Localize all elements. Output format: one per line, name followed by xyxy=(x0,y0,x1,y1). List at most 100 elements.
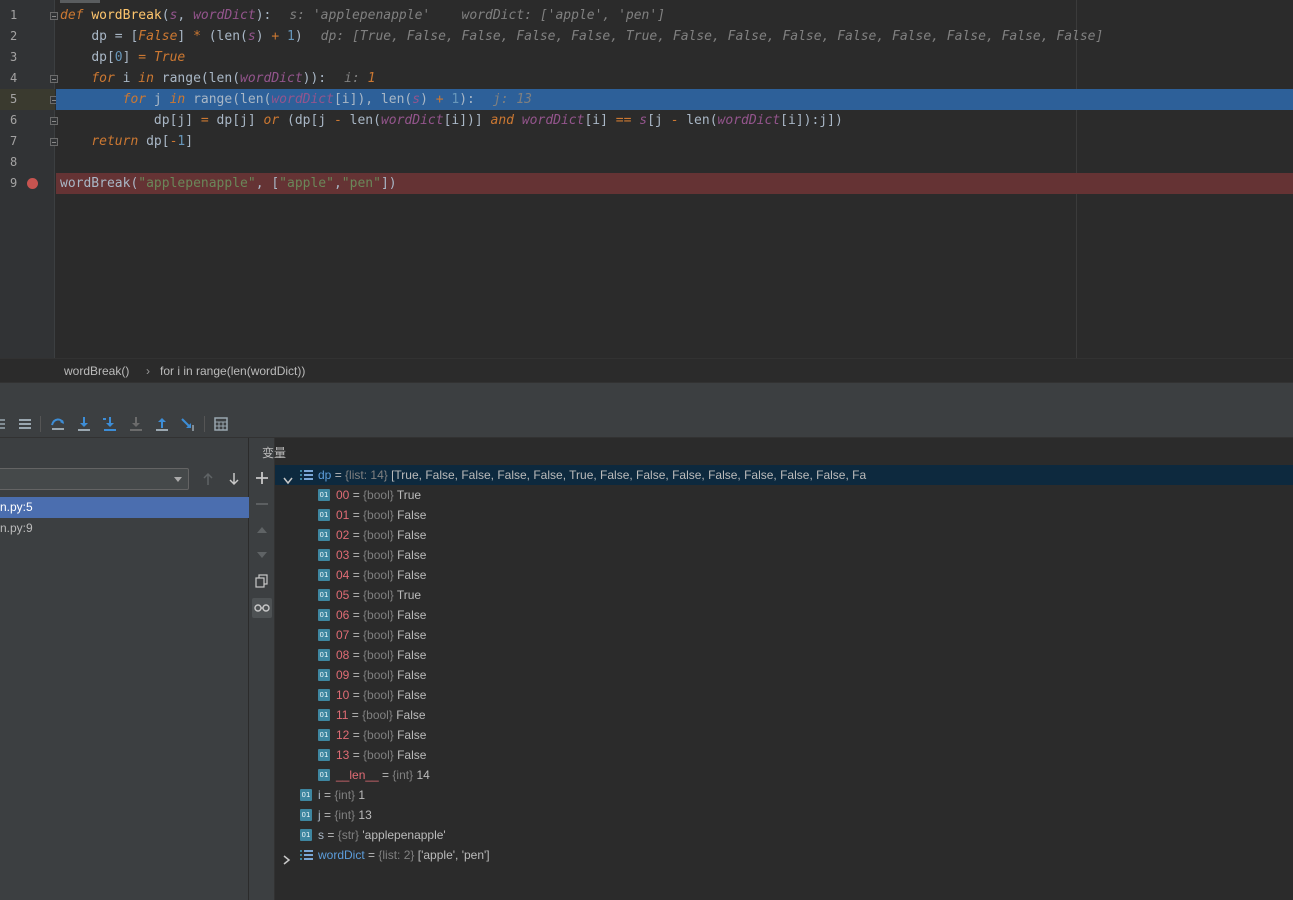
gutter-line-6[interactable]: 6 xyxy=(0,110,58,131)
dp-item-row[interactable]: 01 06 = {bool} False xyxy=(275,605,1293,625)
toolbar-separator xyxy=(40,416,41,432)
primitive-value-icon: 01 xyxy=(318,609,330,621)
operator: == xyxy=(615,113,632,128)
dp-item-row[interactable]: 01 04 = {bool} False xyxy=(275,565,1293,585)
dp-item-row[interactable]: 01 10 = {bool} False xyxy=(275,685,1293,705)
restore-layout-icon[interactable] xyxy=(0,414,10,434)
code-editor[interactable]: 1 2 3 4 5 6 7 8 9 def wordBreak(s, wordD… xyxy=(0,0,1293,382)
frame-item[interactable]: n.py:9 xyxy=(0,518,249,539)
variable-row-s[interactable]: 01 s = {str} 'applepenapple' xyxy=(275,825,1293,845)
frame-item[interactable]: n.py:5 xyxy=(0,497,249,518)
equals-sign: = xyxy=(348,708,363,722)
code-line-6[interactable]: dp[j] = dp[j] or (dp[j - len(wordDict[i]… xyxy=(56,110,1293,131)
gutter-line-7[interactable]: 7 xyxy=(0,131,58,152)
line-number: 5 xyxy=(10,92,18,106)
code-line-2[interactable]: dp = [False] * (len(s) + 1) dp: [True, Fa… xyxy=(56,26,1293,47)
gutter-line-2[interactable]: 2 xyxy=(0,26,55,47)
breadcrumb-loop[interactable]: for i in range(len(wordDict)) xyxy=(160,364,305,378)
dp-item-row[interactable]: 01 02 = {bool} False xyxy=(275,525,1293,545)
gutter-line-3[interactable]: 3 xyxy=(0,47,55,68)
code-text: [j xyxy=(647,113,671,128)
equals-sign: = xyxy=(349,748,364,762)
move-up-icon[interactable] xyxy=(252,520,272,540)
dp-item-row[interactable]: 01 13 = {bool} False xyxy=(275,745,1293,765)
remove-watch-icon[interactable] xyxy=(252,494,272,514)
step-over-icon[interactable] xyxy=(48,414,68,434)
code-line-4[interactable]: for i in range(len(wordDict)): i: 1 xyxy=(56,68,1293,89)
dp-item-row[interactable]: 01 12 = {bool} False xyxy=(275,725,1293,745)
code-line-3[interactable]: dp[0] = True xyxy=(56,47,1293,68)
chevron-down-icon[interactable] xyxy=(283,471,293,485)
variable-row-dp[interactable]: dp = {list: 14} [True, False, False, Fal… xyxy=(275,465,1293,485)
gutter-line-9[interactable]: 9 xyxy=(0,173,55,194)
dp-item-row[interactable]: 01 08 = {bool} False xyxy=(275,645,1293,665)
dp-item-row[interactable]: 01 01 = {bool} False xyxy=(275,505,1293,525)
inline-debug-value: s: 'applepenapple' wordDict: ['apple', '… xyxy=(289,8,666,23)
variable-value: False xyxy=(397,668,427,682)
code-area[interactable]: def wordBreak(s, wordDict): s: 'applepena… xyxy=(56,0,1293,358)
step-into-my-code-icon[interactable] xyxy=(100,414,120,434)
dp-item-row[interactable]: 01 00 = {bool} True xyxy=(275,485,1293,505)
code-text: i xyxy=(114,71,139,86)
variable-name: dp xyxy=(318,468,332,482)
variable-type: {bool} xyxy=(363,668,394,682)
chevron-right-icon[interactable] xyxy=(283,851,291,865)
variable-row-worddict[interactable]: wordDict = {list: 2} ['apple', 'pen'] xyxy=(275,845,1293,865)
thread-dropdown[interactable] xyxy=(0,468,189,490)
variable-value: False xyxy=(397,688,427,702)
gutter-line-1[interactable]: 1 xyxy=(0,5,58,26)
equals-sign: = xyxy=(320,788,335,802)
code-text: = [ xyxy=(106,29,139,44)
next-frame-arrow-icon[interactable] xyxy=(226,471,242,487)
code-line-7[interactable]: return dp[-1] xyxy=(56,131,1293,152)
number-literal: 1 xyxy=(287,29,295,44)
code-line-8[interactable] xyxy=(56,152,1293,173)
param: wordDict xyxy=(271,92,334,107)
inline-debug-value: j: 13 xyxy=(492,92,533,107)
breakpoint-icon[interactable] xyxy=(27,178,38,189)
code-text: [i]):j]) xyxy=(780,113,843,128)
line-number: 6 xyxy=(10,113,18,127)
evaluate-expression-icon[interactable] xyxy=(211,414,231,434)
dp-item-row[interactable]: 01 05 = {bool} True xyxy=(275,585,1293,605)
dp-item-row[interactable]: 01 09 = {bool} False xyxy=(275,665,1293,685)
force-step-into-icon[interactable] xyxy=(126,414,146,434)
code-line-5-execution-point[interactable]: for j in range(len(wordDict[i]), len(s) … xyxy=(56,89,1293,110)
code-line-9-breakpoint[interactable]: wordBreak("applepenapple", ["apple","pen… xyxy=(56,173,1293,194)
equals-sign: = xyxy=(349,648,364,662)
copy-icon[interactable] xyxy=(252,571,272,591)
step-out-icon[interactable] xyxy=(152,414,172,434)
variable-value: 1 xyxy=(358,788,366,802)
primitive-value-icon: 01 xyxy=(318,749,330,761)
show-watches-glasses-icon[interactable] xyxy=(252,598,272,618)
show-execution-point-icon[interactable] xyxy=(15,414,35,434)
run-to-cursor-icon[interactable] xyxy=(178,414,198,434)
variable-row-j[interactable]: 01 j = {int} 13 xyxy=(275,805,1293,825)
variable-name: 00 xyxy=(336,488,350,502)
variable-row-i[interactable]: 01 i = {int} 1 xyxy=(275,785,1293,805)
dp-item-row[interactable]: 01 __len__ = {int} 14 xyxy=(275,765,1293,785)
gutter-line-8[interactable]: 8 xyxy=(0,152,55,173)
dp-item-row[interactable]: 01 07 = {bool} False xyxy=(275,625,1293,645)
dp-item-row[interactable]: 01 11 = {bool} False xyxy=(275,705,1293,725)
equals-sign: = xyxy=(331,468,346,482)
previous-frame-arrow-icon[interactable] xyxy=(200,471,216,487)
gutter-line-4[interactable]: 4 xyxy=(0,68,58,89)
primitive-value-icon: 01 xyxy=(300,809,312,821)
list-icon xyxy=(300,849,313,861)
variables-side-toolbar xyxy=(249,438,275,900)
number-literal: 0 xyxy=(114,50,123,65)
code-text: ] xyxy=(177,29,194,44)
step-into-icon[interactable] xyxy=(74,414,94,434)
move-down-icon[interactable] xyxy=(252,545,272,565)
add-watch-icon[interactable] xyxy=(252,468,272,488)
editor-gutter[interactable]: 1 2 3 4 5 6 7 8 9 xyxy=(0,0,58,358)
dp-item-row[interactable]: 01 03 = {bool} False xyxy=(275,545,1293,565)
equals-sign: = xyxy=(320,808,335,822)
breadcrumb-function[interactable]: wordBreak() xyxy=(64,364,129,378)
code-text: (dp[j xyxy=(279,113,334,128)
code-line-1[interactable]: def wordBreak(s, wordDict): s: 'applepena… xyxy=(56,5,1293,26)
variable-value: 13 xyxy=(358,808,372,822)
gutter-line-5[interactable]: 5 xyxy=(0,89,58,110)
